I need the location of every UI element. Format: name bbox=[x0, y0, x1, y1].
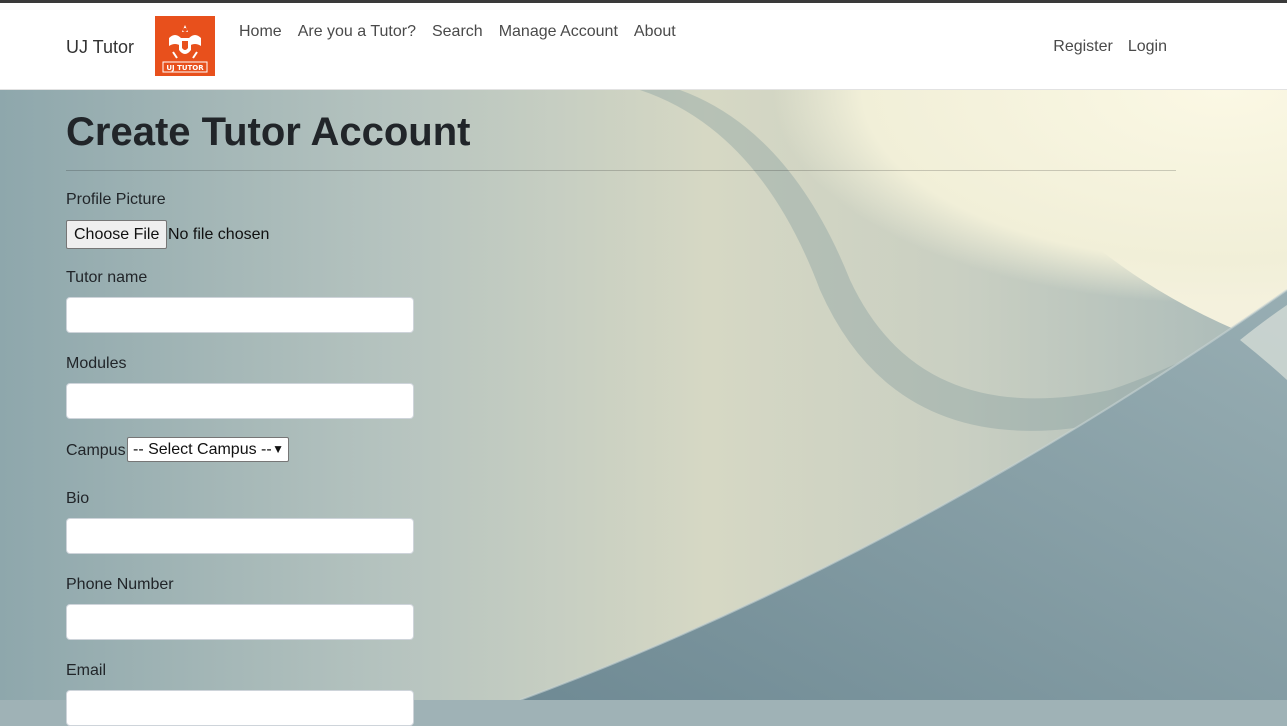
uj-tutor-logo[interactable]: UJ TUTOR bbox=[155, 16, 215, 76]
chevron-down-icon: ▼ bbox=[272, 442, 284, 456]
tutor-name-input[interactable] bbox=[66, 297, 414, 333]
main-nav: Home Are you a Tutor? Search Manage Acco… bbox=[239, 23, 676, 41]
tutor-name-label: Tutor name bbox=[66, 269, 148, 286]
choose-file-button[interactable]: Choose File bbox=[66, 220, 168, 249]
title-divider bbox=[66, 170, 1176, 171]
campus-label: Campus bbox=[66, 442, 126, 459]
brand-link[interactable]: UJ Tutor bbox=[66, 37, 134, 58]
register-link[interactable]: Register bbox=[1053, 38, 1113, 56]
modules-input[interactable] bbox=[66, 383, 414, 419]
campus-select-value: -- Select Campus -- bbox=[133, 441, 272, 458]
bio-label: Bio bbox=[66, 490, 90, 507]
profile-picture-label: Profile Picture bbox=[66, 191, 166, 208]
nav-manage-account-link[interactable]: Manage Account bbox=[499, 23, 618, 41]
login-link[interactable]: Login bbox=[1128, 38, 1167, 56]
navbar: UJ Tutor UJ TUTOR Home Are you a Tutor? … bbox=[0, 3, 1287, 90]
bio-input[interactable] bbox=[66, 518, 414, 554]
svg-text:UJ TUTOR: UJ TUTOR bbox=[166, 64, 204, 72]
nav-search-link[interactable]: Search bbox=[432, 23, 483, 41]
nav-home-link[interactable]: Home bbox=[239, 23, 282, 41]
phone-number-label: Phone Number bbox=[66, 576, 174, 593]
phone-number-input[interactable] bbox=[66, 604, 414, 640]
page-title: Create Tutor Account bbox=[66, 110, 471, 154]
nav-about-link[interactable]: About bbox=[634, 23, 676, 41]
email-label: Email bbox=[66, 662, 107, 679]
email-input[interactable] bbox=[66, 690, 414, 726]
nav-are-you-a-tutor-link[interactable]: Are you a Tutor? bbox=[298, 23, 416, 41]
campus-select[interactable]: -- Select Campus -- ▼ bbox=[127, 437, 289, 462]
file-status-text: No file chosen bbox=[168, 226, 270, 243]
auth-nav: Register Login bbox=[1053, 38, 1167, 56]
modules-label: Modules bbox=[66, 355, 127, 372]
